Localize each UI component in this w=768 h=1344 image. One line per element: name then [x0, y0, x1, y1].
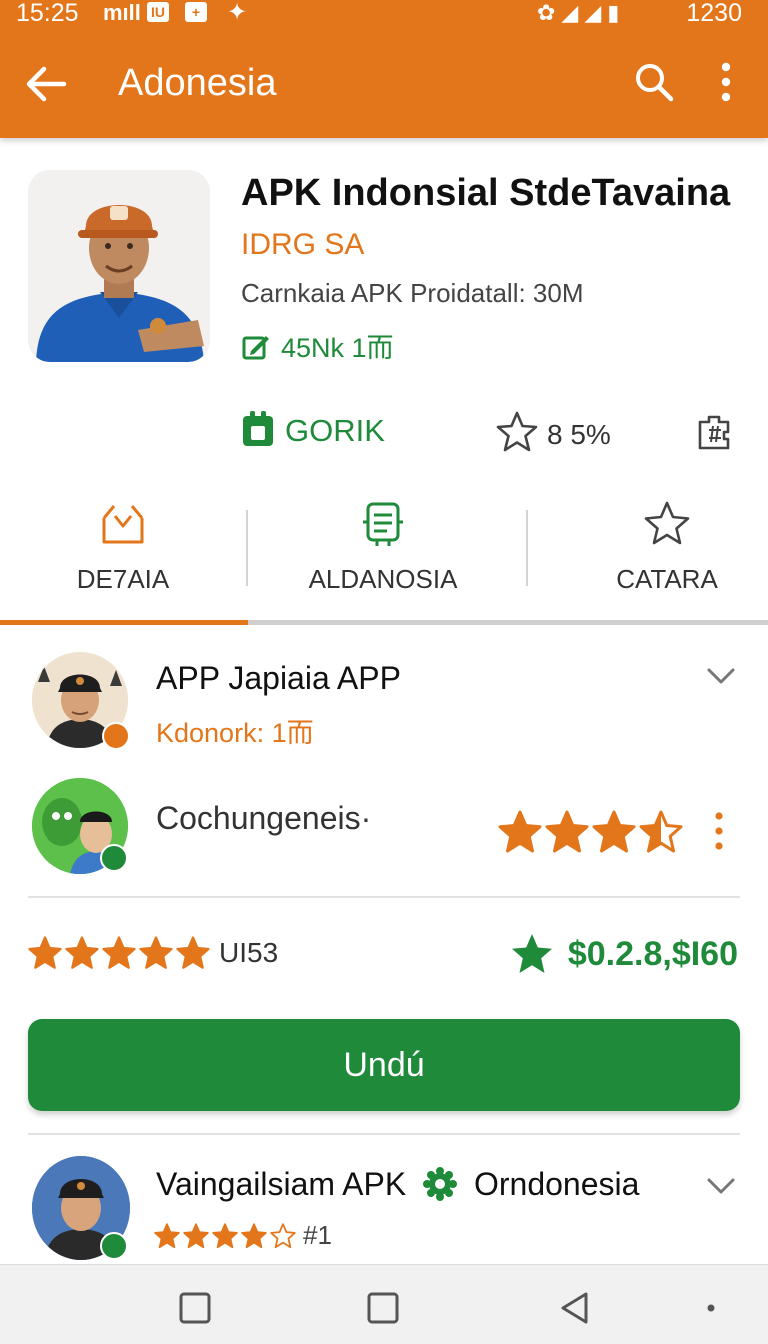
app-meta: Carnkaia APK Proidatall: 30M: [241, 278, 584, 308]
star-outline-icon: [644, 501, 690, 545]
star-rating: [28, 936, 213, 970]
star-empty-icon: [270, 1222, 296, 1248]
list-item-title-b: Orndonesia: [473, 1166, 640, 1202]
back-arrow-icon[interactable]: [24, 62, 68, 106]
star-rating: [498, 810, 686, 854]
list-item-title[interactable]: Vaingailsiam APK Orndonesia: [156, 1166, 639, 1203]
puzzle-icon[interactable]: [694, 412, 734, 452]
developer-photo: [28, 170, 210, 362]
edit-icon: [242, 336, 269, 360]
system-icons: ✿◢◢▮: [537, 0, 626, 25]
chevron-down-icon[interactable]: [706, 1176, 736, 1196]
chevron-down-icon[interactable]: [706, 666, 736, 686]
star-filled-icon: [498, 810, 542, 853]
status-badge: [100, 1232, 128, 1260]
star-filled-icon: [183, 1222, 209, 1248]
rating-summary: UI53: [28, 936, 278, 970]
list-item-subtitle: Kdonork: 1而: [156, 718, 314, 748]
rating-chip: 8 5%: [495, 410, 611, 454]
star-icon: [511, 934, 552, 973]
download-count: 45Nk 1而: [241, 326, 394, 365]
recents-icon[interactable]: [178, 1291, 212, 1325]
star-filled-icon: [102, 936, 136, 969]
rating-label: UI53: [219, 937, 279, 968]
status-badge: [100, 844, 128, 872]
star-filled-icon: [545, 810, 589, 853]
star-rating: #1: [154, 1220, 332, 1251]
notification-icon: +: [185, 2, 207, 22]
star-filled-icon: [592, 810, 636, 853]
stats-row: GORIK 8 5%: [0, 410, 768, 466]
gear-icon: [423, 1167, 458, 1201]
download-count-text: 45Nk 1而: [281, 333, 394, 363]
price-block: $0.2.8,$I60: [510, 932, 738, 976]
app-icon: [28, 170, 210, 362]
list-item-title-a: Vaingailsiam APK: [156, 1166, 407, 1202]
star-filled-icon: [212, 1222, 238, 1248]
status-bar: 15:25 mıll IU + ✦ ✿◢◢▮ 1230: [0, 0, 768, 28]
tab-catara[interactable]: CATARA: [544, 490, 768, 620]
star-filled-icon: [139, 936, 173, 969]
dot-icon: [707, 1304, 715, 1312]
notification-icon: IU: [147, 2, 169, 22]
tab-aldanosia[interactable]: ALDANOSIA: [260, 490, 506, 620]
tab-indicator: [0, 620, 248, 625]
list-doc-icon: [363, 502, 403, 546]
app-name: APK Indonsial StdeTavaina: [241, 172, 731, 214]
battery-level: 1230: [686, 0, 742, 27]
divider: [28, 896, 740, 898]
tab-details[interactable]: DE7AIA: [0, 490, 246, 620]
more-vert-icon[interactable]: [712, 60, 740, 104]
tab-label: DE7AIA: [76, 564, 170, 594]
star-filled-icon: [28, 936, 62, 969]
system-nav-bar: [0, 1264, 768, 1344]
tab-label: CATARA: [616, 564, 718, 594]
download-box-icon: [102, 505, 144, 544]
tab-bar: DE7AIA ALDANOSIA CATARA: [0, 490, 768, 626]
rating-value: 8 5%: [547, 419, 611, 450]
download-button[interactable]: Undú: [28, 1019, 740, 1111]
spark-icon: ✦: [227, 0, 248, 26]
list-item-title[interactable]: Cochungeneis·: [156, 800, 371, 837]
price-value: $0.2.8,$I60: [567, 934, 738, 973]
rank-label: #1: [303, 1220, 332, 1250]
star-filled-icon: [241, 1222, 267, 1248]
star-outline-icon: [496, 411, 538, 452]
home-icon[interactable]: [366, 1291, 400, 1325]
star-filled-icon: [65, 936, 99, 969]
signal-icon: mıll: [103, 0, 141, 25]
status-badge: [102, 722, 130, 750]
divider: [28, 1133, 740, 1135]
star-half-icon: [639, 810, 683, 853]
publisher-link[interactable]: IDRG SA: [241, 228, 364, 262]
tab-divider: [246, 510, 248, 586]
status-time: 15:25: [16, 0, 79, 27]
star-filled-icon: [154, 1222, 180, 1248]
star-filled-icon: [176, 936, 210, 969]
more-vert-icon[interactable]: [710, 810, 728, 852]
search-icon[interactable]: [632, 60, 676, 104]
tab-divider: [526, 510, 528, 586]
app-bar: 15:25 mıll IU + ✦ ✿◢◢▮ 1230 Adonesia: [0, 0, 768, 138]
tab-label: ALDANOSIA: [308, 564, 458, 594]
back-icon[interactable]: [558, 1291, 592, 1325]
list-item-title[interactable]: APP Japiaia APP: [156, 660, 401, 697]
page-title: Adonesia: [118, 62, 277, 104]
bag-icon: [243, 411, 273, 446]
genre-chip[interactable]: GORIK: [241, 410, 385, 449]
genre-label: GORIK: [285, 413, 385, 448]
